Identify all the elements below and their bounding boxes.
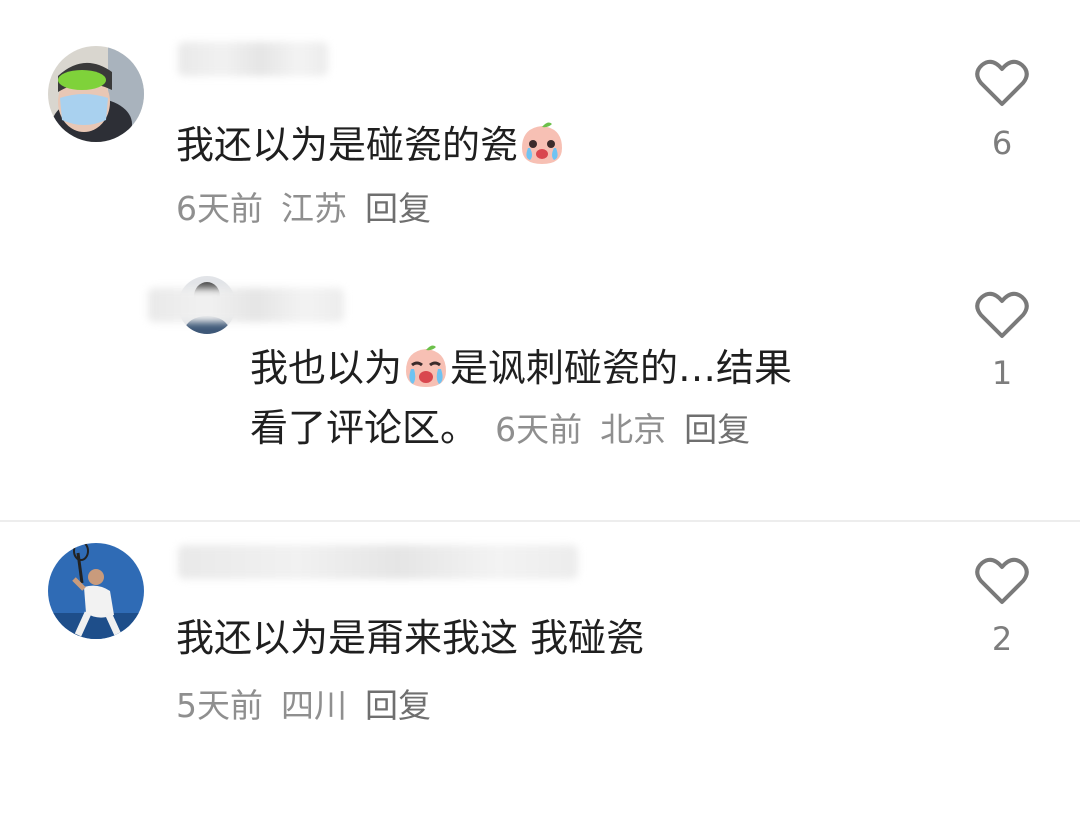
timestamp: 6天前 — [495, 410, 583, 449]
comment-text-part: 我还以为是碰瓷的瓷 — [176, 123, 519, 167]
avatar[interactable] — [48, 543, 144, 639]
crying-peach-emoji — [406, 345, 447, 387]
timestamp: 5天前 — [176, 686, 263, 725]
location: 江苏 — [281, 189, 347, 228]
comment-meta: 6天前 江苏 回复 — [176, 187, 431, 231]
location: 北京 — [600, 410, 667, 449]
comment-meta: 6天前 北京 回复 — [495, 410, 750, 449]
divider — [0, 520, 1080, 522]
like-count: 2 — [991, 620, 1013, 658]
avatar-image — [48, 543, 144, 639]
reply-button[interactable]: 回复 — [684, 410, 750, 449]
comment-text-part: 看了评论区。 — [250, 406, 479, 450]
crying-peach-emoji — [522, 122, 563, 164]
comment-text: 我还以为是甭来我这 我碰瓷 — [176, 616, 645, 660]
like-count: 6 — [991, 124, 1013, 162]
blurred-username — [148, 288, 344, 322]
like-count: 1 — [991, 354, 1013, 392]
avatar-image — [48, 46, 144, 142]
blurred-username — [178, 42, 328, 76]
comment-text: 我还以为是碰瓷的瓷 — [176, 118, 566, 171]
heart-outline-icon[interactable] — [975, 58, 1029, 108]
reply-button[interactable]: 回复 — [365, 189, 431, 228]
timestamp: 6天前 — [176, 189, 263, 228]
comment-line2: 看了评论区。 6天前 北京 回复 — [250, 402, 750, 454]
comment-meta: 5天前 四川 回复 — [176, 684, 431, 728]
comment-text-part: 是讽刺碰瓷的…结果 — [450, 346, 793, 390]
heart-outline-icon[interactable] — [975, 556, 1029, 606]
heart-outline-icon[interactable] — [975, 290, 1029, 340]
reply-button[interactable]: 回复 — [365, 686, 431, 725]
comment-text-part: 我也以为 — [250, 346, 403, 390]
avatar[interactable] — [48, 46, 144, 142]
blurred-username — [178, 545, 578, 579]
location: 四川 — [281, 686, 347, 725]
comment-text: 我也以为 是讽刺碰瓷的…结果 — [250, 341, 792, 394]
